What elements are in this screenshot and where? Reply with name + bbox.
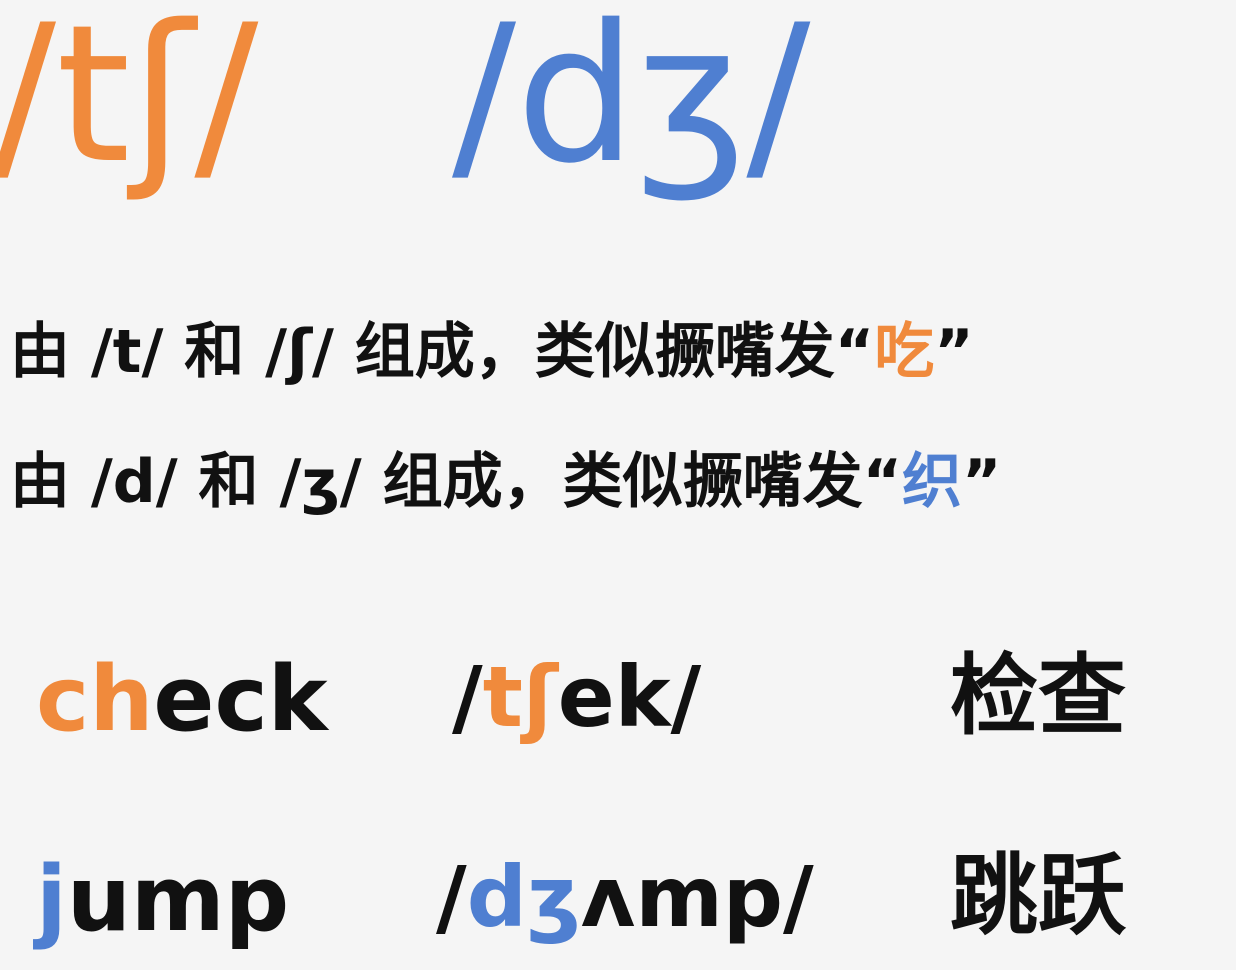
phoneme-dz-heading: /dʒ/ xyxy=(452,0,811,205)
example-ipa-jump-rest: ʌmp/ xyxy=(580,848,814,946)
example-word-check-rest: eck xyxy=(153,647,328,752)
example-word-check: check xyxy=(36,655,328,745)
example-ipa-jump: /dʒʌmp/ xyxy=(436,855,814,939)
example-ipa-check-highlight: tʃ xyxy=(482,648,558,746)
example-ipa-jump-highlight: dʒ xyxy=(466,848,581,946)
description-ts-text: 由 /t/ 和 /ʃ/ 组成，类似撅嘴发 xyxy=(10,317,835,387)
description-ts-highlight: 吃 xyxy=(874,317,935,387)
example-ipa-check-open: / xyxy=(452,648,483,746)
example-meaning-check: 检查 xyxy=(950,644,1127,747)
description-ts-open-quote: “ xyxy=(834,317,875,387)
description-dz-open-quote: “ xyxy=(862,447,903,517)
phoneme-ts-heading: /tʃ/ xyxy=(0,0,259,205)
example-word-jump-rest: ump xyxy=(66,847,290,952)
example-ipa-jump-open: / xyxy=(436,848,467,946)
description-dz: 由 /d/ 和 /ʒ/ 组成，类似撅嘴发“织” xyxy=(10,452,1001,512)
description-dz-close-quote: ” xyxy=(962,447,1002,517)
description-dz-text: 由 /d/ 和 /ʒ/ 组成，类似撅嘴发 xyxy=(10,447,863,517)
example-word-jump: jump xyxy=(36,855,289,945)
example-word-check-highlight: ch xyxy=(36,647,154,752)
example-meaning-jump: 跳跃 xyxy=(950,844,1127,947)
description-ts: 由 /t/ 和 /ʃ/ 组成，类似撅嘴发“吃” xyxy=(10,322,974,382)
description-ts-close-quote: ” xyxy=(934,317,974,387)
example-ipa-check-rest: ek/ xyxy=(557,648,702,746)
example-ipa-check: /tʃek/ xyxy=(452,655,701,739)
description-dz-highlight: 织 xyxy=(902,447,963,517)
example-word-jump-highlight: j xyxy=(36,847,67,952)
